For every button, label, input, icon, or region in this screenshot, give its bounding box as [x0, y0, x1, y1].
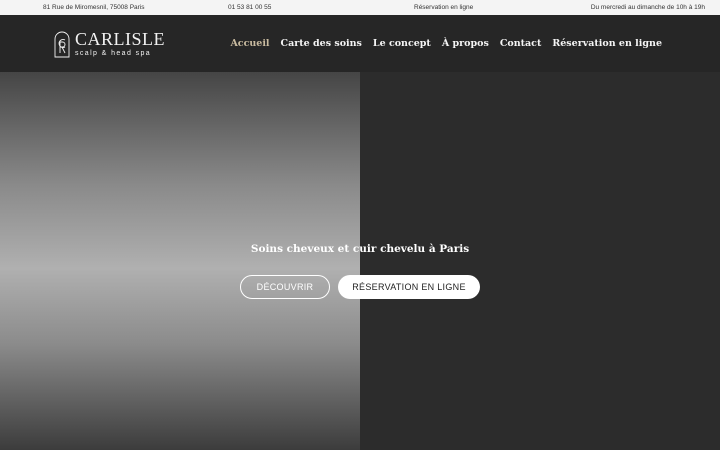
brand-name: CARLISLE: [75, 29, 166, 49]
phone-link[interactable]: 01 53 81 00 55: [228, 4, 271, 11]
nav-item-a-propos[interactable]: À propos: [442, 38, 489, 49]
logo-text: CARLISLE scalp & head spa: [75, 30, 165, 58]
nav-item-contact[interactable]: Contact: [500, 38, 542, 49]
address-text: 81 Rue de Miromesnil, 75008 Paris: [43, 4, 145, 11]
hero-title: Soins cheveux et cuir chevelu à Paris: [250, 243, 470, 255]
nav-item-carte-des-soins[interactable]: Carte des soins: [281, 38, 362, 49]
top-info-bar: 81 Rue de Miromesnil, 75008 Paris 01 53 …: [0, 0, 720, 15]
hero-section: Soins cheveux et cuir chevelu à Paris DÉ…: [0, 72, 720, 450]
nav-item-le-concept[interactable]: Le concept: [373, 38, 431, 49]
hero-image-left: [0, 72, 360, 450]
logo[interactable]: CARLISLE scalp & head spa: [53, 29, 165, 59]
brand-tagline: scalp & head spa: [75, 50, 152, 57]
booking-link[interactable]: Réservation en ligne: [414, 4, 473, 11]
nav-item-accueil[interactable]: Accueil: [230, 38, 269, 49]
logo-monogram-icon: [54, 31, 70, 58]
online-booking-button[interactable]: RÉSERVATION EN LIGNE: [338, 275, 480, 299]
site-header: CARLISLE scalp & head spa Accueil Carte …: [0, 15, 720, 72]
discover-button[interactable]: DÉCOUVRIR: [240, 275, 330, 299]
main-nav: Accueil Carte des soins Le concept À pro…: [230, 38, 662, 49]
hero-image-right: [360, 72, 720, 450]
nav-item-reservation[interactable]: Réservation en ligne: [552, 38, 662, 49]
opening-hours: Du mercredi au dimanche de 10h à 19h: [590, 4, 705, 11]
